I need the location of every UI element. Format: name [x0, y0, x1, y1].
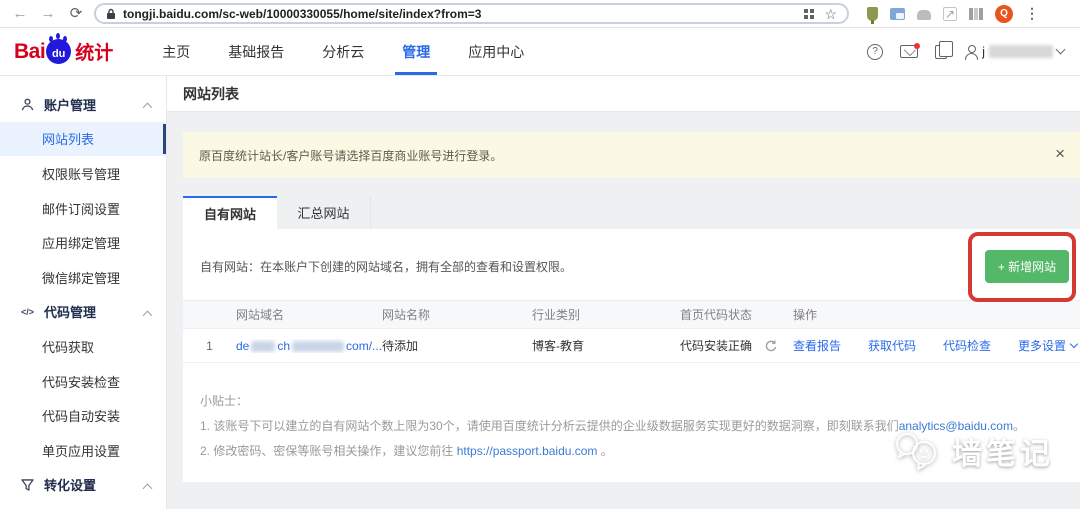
- tab-groups-icon[interactable]: [804, 9, 814, 19]
- sidebar-item-app-binding[interactable]: 应用绑定管理: [0, 225, 166, 260]
- sidebar-item-get-code[interactable]: 代码获取: [0, 329, 166, 364]
- browser-extensions: ↗ Q ⋮: [867, 5, 1039, 23]
- site-domain[interactable]: dechcom/...: [236, 339, 382, 353]
- sidebar-item-site-list[interactable]: 网站列表: [0, 122, 166, 157]
- user-icon: [964, 45, 978, 59]
- collapse-chevron-icon: [143, 103, 153, 113]
- extension-share-icon[interactable]: ↗: [943, 7, 957, 21]
- funnel-icon: [20, 479, 35, 491]
- notification-dot: [914, 43, 920, 49]
- browser-toolbar: ← → ⟳ tongji.baidu.com/sc-web/1000033005…: [0, 0, 1080, 28]
- page-title: 网站列表: [183, 84, 239, 104]
- add-site-button[interactable]: + 新增网站: [985, 250, 1069, 283]
- content-area: 原百度统计站长/客户账号请选择百度商业账号进行登录。 × 自有网站 汇总网站 自…: [167, 112, 1080, 509]
- code-status-cell: 代码安装正确: [680, 337, 793, 354]
- logo-text-bai: Bai: [14, 40, 45, 64]
- site-name: 待添加: [382, 337, 532, 354]
- sidebar-item-code-install-check[interactable]: 代码安装检查: [0, 364, 166, 399]
- header-right-icons: ? j: [867, 28, 1080, 75]
- tip-line-1: 1. 该账号下可以建立的自有网站个数上限为30个，请使用百度统计分析云提供的企业…: [200, 414, 1080, 439]
- sidebar-section-code[interactable]: </> 代码管理: [0, 295, 166, 330]
- sidebar: 账户管理 网站列表 权限账号管理 邮件订阅设置 应用绑定管理 微信绑定管理 </…: [0, 76, 167, 509]
- notice-text: 原百度统计站长/客户账号请选择百度商业账号进行登录。: [199, 147, 502, 164]
- bookmark-star-icon[interactable]: ☆: [824, 7, 837, 21]
- extension-columns-icon[interactable]: [969, 8, 983, 20]
- view-report-link[interactable]: 查看报告: [793, 337, 841, 354]
- nav-analytics-cloud[interactable]: 分析云: [303, 28, 383, 75]
- baidu-tongji-logo[interactable]: Bai du 统计: [0, 28, 127, 75]
- more-settings-link[interactable]: 更多设置: [1018, 337, 1077, 354]
- refresh-icon[interactable]: [764, 339, 778, 353]
- row-index: 1: [183, 339, 236, 353]
- own-sites-description: 自有网站：在本账户下创建的网站域名，拥有全部的查看和设置权限。: [200, 258, 572, 275]
- sidebar-item-spa-settings[interactable]: 单页应用设置: [0, 433, 166, 468]
- code-status-text: 代码安装正确: [680, 337, 752, 354]
- tab-aggregate-sites[interactable]: 汇总网站: [277, 196, 371, 229]
- tips-title: 小贴士：: [200, 389, 1080, 414]
- sidebar-item-email-subscription[interactable]: 邮件订阅设置: [0, 191, 166, 226]
- tips-section: 小贴士： 1. 该账号下可以建立的自有网站个数上限为30个，请使用百度统计分析云…: [183, 389, 1080, 464]
- column-category: 行业类别: [532, 306, 680, 323]
- username-prefix: j: [982, 44, 985, 59]
- table-row: 1 dechcom/... 待添加 博客-教育 代码安装正确 查看: [183, 329, 1080, 363]
- help-icon[interactable]: ?: [867, 44, 883, 60]
- table-header-row: 网站域名 网站名称 行业类别 首页代码状态 操作: [183, 300, 1080, 329]
- app-header: Bai du 统计 主页 基础报告 分析云 管理 应用中心 ? j: [0, 28, 1080, 76]
- chevron-down-icon: [1070, 340, 1078, 348]
- collapse-chevron-icon: [143, 310, 153, 320]
- nav-basic-reports[interactable]: 基础报告: [209, 28, 303, 75]
- collapse-chevron-icon: [143, 483, 153, 493]
- sidebar-item-wechat-binding[interactable]: 微信绑定管理: [0, 260, 166, 295]
- redacted-domain-part: [251, 341, 275, 352]
- panel-description-row: 自有网站：在本账户下创建的网站域名，拥有全部的查看和设置权限。 + 新增网站: [183, 229, 1080, 300]
- tip-line-2: 2. 修改密码、密保等账号相关操作，建议您前往 https://passport…: [200, 439, 1080, 464]
- lock-icon: [106, 8, 116, 20]
- forward-icon[interactable]: →: [38, 6, 58, 21]
- baidu-paw-icon: du: [46, 39, 71, 64]
- site-tabs: 自有网站 汇总网站: [183, 196, 1080, 229]
- notice-banner: 原百度统计站长/客户账号请选择百度商业账号进行登录。 ×: [183, 132, 1080, 178]
- copy-icon[interactable]: [935, 45, 947, 59]
- sidebar-section-conversion[interactable]: 转化设置: [0, 468, 166, 503]
- code-check-link[interactable]: 代码检查: [943, 337, 991, 354]
- url-text: tongji.baidu.com/sc-web/10000330055/home…: [123, 7, 481, 21]
- user-menu[interactable]: j: [964, 44, 1064, 59]
- main-nav: 主页 基础报告 分析云 管理 应用中心: [143, 28, 543, 75]
- sidebar-item-permission-accounts[interactable]: 权限账号管理: [0, 156, 166, 191]
- analytics-email-link[interactable]: analytics@baidu.com: [899, 419, 1013, 433]
- main-area: 网站列表 原百度统计站长/客户账号请选择百度商业账号进行登录。 × 自有网站 汇…: [167, 76, 1080, 509]
- sidebar-item-code-auto-install[interactable]: 代码自动安装: [0, 398, 166, 433]
- browser-menu-icon[interactable]: ⋮: [1025, 5, 1039, 22]
- redacted-domain-part: [292, 341, 344, 352]
- chevron-down-icon: [1056, 45, 1066, 55]
- extension-cloud-icon[interactable]: [917, 10, 931, 20]
- sidebar-section-account[interactable]: 账户管理: [0, 87, 166, 122]
- browser-profile-avatar[interactable]: Q: [995, 5, 1013, 23]
- tab-own-sites[interactable]: 自有网站: [183, 196, 277, 229]
- messages-icon[interactable]: [900, 45, 918, 58]
- column-code-status: 首页代码状态: [680, 306, 793, 323]
- reload-icon[interactable]: ⟳: [66, 6, 86, 21]
- logo-text-suffix: 统计: [75, 38, 113, 65]
- column-actions: 操作: [793, 306, 1080, 323]
- get-code-link[interactable]: 获取代码: [868, 337, 916, 354]
- column-domain: 网站域名: [236, 306, 382, 323]
- nav-manage[interactable]: 管理: [383, 28, 449, 75]
- extension-window-icon[interactable]: [890, 8, 905, 20]
- column-site-name: 网站名称: [382, 306, 532, 323]
- user-icon: [20, 98, 35, 111]
- page-title-bar: 网站列表: [167, 76, 1080, 112]
- username-redacted: [989, 45, 1053, 58]
- passport-link[interactable]: https://passport.baidu.com: [457, 444, 598, 458]
- close-icon[interactable]: ×: [1055, 145, 1065, 162]
- site-category: 博客-教育: [532, 337, 680, 354]
- extension-pin-icon[interactable]: [867, 7, 878, 21]
- code-icon: </>: [20, 307, 35, 317]
- row-actions: 查看报告 获取代码 代码检查 更多设置: [793, 337, 1080, 354]
- site-list-panel: 自有网站：在本账户下创建的网站域名，拥有全部的查看和设置权限。 + 新增网站 网…: [183, 229, 1080, 482]
- nav-app-center[interactable]: 应用中心: [449, 28, 543, 75]
- address-bar[interactable]: tongji.baidu.com/sc-web/10000330055/home…: [94, 3, 849, 24]
- back-icon[interactable]: ←: [10, 6, 30, 21]
- nav-home[interactable]: 主页: [143, 28, 209, 75]
